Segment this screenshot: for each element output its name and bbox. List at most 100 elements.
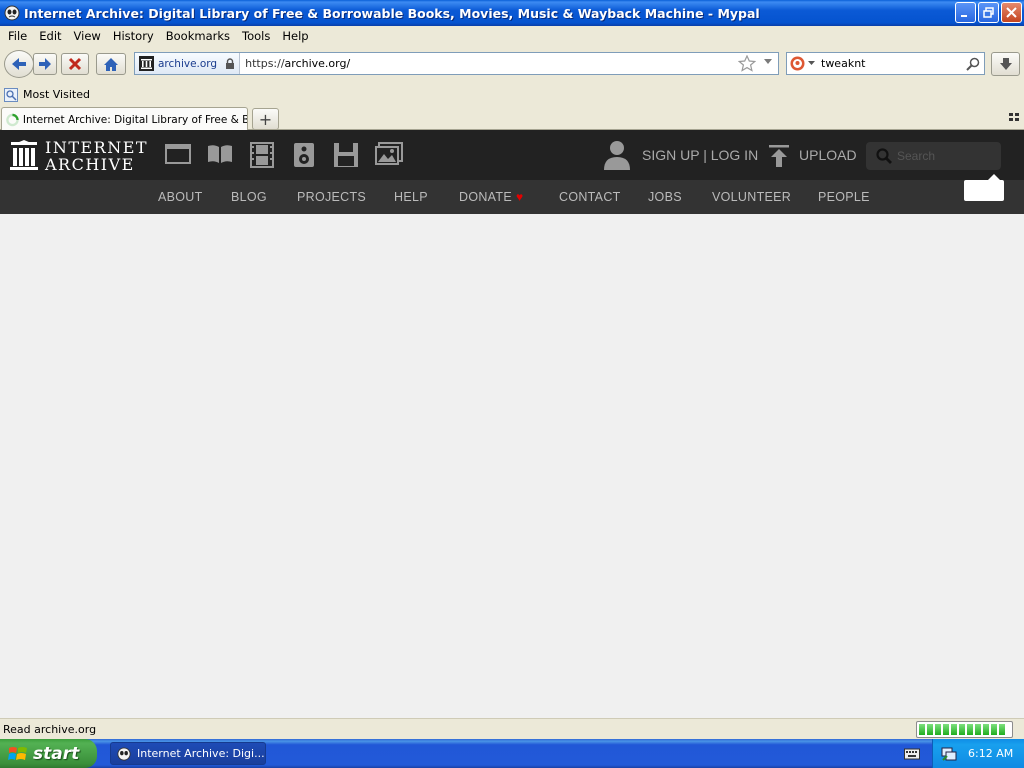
software-icon[interactable] — [333, 142, 359, 168]
restore-icon — [983, 7, 994, 18]
menu-edit[interactable]: Edit — [33, 29, 67, 43]
tab-strip: Internet Archive: Digital Library of Fre… — [0, 105, 1024, 131]
mypal-app-icon — [4, 5, 20, 21]
minimize-icon — [961, 15, 967, 17]
nav-help[interactable]: HELP — [394, 190, 428, 204]
images-icon[interactable] — [375, 142, 403, 166]
ia-secondary-nav: ABOUT BLOG PROJECTS HELP DONATE ♥ CONTACT… — [0, 180, 1024, 214]
network-icon[interactable] — [941, 746, 957, 762]
nav-contact[interactable]: CONTACT — [559, 190, 621, 204]
heart-icon: ♥ — [515, 190, 524, 204]
window-title: Internet Archive: Digital Library of Fre… — [24, 5, 760, 21]
url-host: archive.org/ — [284, 57, 351, 70]
ia-search-input[interactable] — [897, 149, 992, 163]
menu-history[interactable]: History — [107, 29, 160, 43]
menu-file[interactable]: File — [2, 29, 33, 43]
ia-search-box[interactable] — [866, 142, 1001, 170]
back-arrow-icon — [12, 58, 26, 70]
ia-top-navbar: INTERNET ARCHIVE SIGN UP | LOG IN UPLOAD — [0, 130, 1024, 180]
upload-icon[interactable] — [768, 144, 790, 168]
nav-people[interactable]: PEOPLE — [818, 190, 870, 204]
search-input[interactable]: tweaknt — [821, 57, 966, 70]
lock-icon — [226, 57, 235, 69]
home-button[interactable] — [96, 53, 126, 75]
taskbar-item-label: Internet Archive: Digi... — [137, 747, 265, 760]
page-viewport: INTERNET ARCHIVE SIGN UP | LOG IN UPLOAD… — [0, 130, 1024, 718]
progress-segment — [943, 724, 949, 735]
nav-volunteer[interactable]: VOLUNTEER — [712, 190, 791, 204]
loading-spinner-icon — [6, 113, 19, 126]
site-identity[interactable]: archive.org — [135, 53, 241, 74]
back-button[interactable] — [4, 50, 34, 78]
system-tray: 6:12 AM — [932, 739, 1024, 768]
audio-icon[interactable] — [293, 142, 315, 168]
progress-segment — [919, 724, 925, 735]
most-visited-bookmark[interactable]: Most Visited — [23, 88, 90, 101]
web-icon[interactable] — [165, 142, 191, 166]
navigation-toolbar: archive.org https://archive.org/ tweaknt — [0, 46, 1024, 82]
menu-help[interactable]: Help — [276, 29, 314, 43]
nav-jobs[interactable]: JOBS — [648, 190, 682, 204]
video-icon[interactable] — [250, 142, 274, 168]
url-text[interactable]: https://archive.org/ — [245, 57, 778, 70]
url-scheme: https:// — [245, 57, 285, 70]
close-button[interactable] — [1001, 2, 1022, 23]
home-icon — [104, 57, 118, 71]
ia-logo-line1: INTERNET — [45, 138, 149, 157]
keyboard-icon[interactable] — [904, 746, 920, 760]
close-icon — [1006, 7, 1017, 18]
restore-button[interactable] — [978, 2, 999, 23]
taskbar-clock: 6:12 AM — [968, 747, 1014, 760]
ia-logo-line2: ARCHIVE — [45, 155, 135, 174]
progress-segment — [999, 724, 1005, 735]
nav-projects[interactable]: PROJECTS — [297, 190, 366, 204]
search-engine-icon — [790, 56, 805, 71]
magnifier-icon[interactable] — [966, 57, 980, 71]
search-engine-dropdown-icon — [808, 61, 815, 65]
window-titlebar[interactable]: Internet Archive: Digital Library of Fre… — [0, 0, 1024, 26]
windows-taskbar: start Internet Archive: Digi... 6:12 AM — [0, 739, 1024, 768]
menu-view[interactable]: View — [68, 29, 107, 43]
dropdown-icon[interactable] — [763, 58, 773, 66]
status-text: Read archive.org — [3, 723, 97, 736]
start-button[interactable]: start — [0, 739, 97, 768]
star-icon[interactable] — [738, 55, 756, 72]
menu-tools[interactable]: Tools — [236, 29, 276, 43]
stop-button[interactable] — [61, 53, 89, 75]
forward-arrow-icon — [39, 58, 51, 70]
user-icon[interactable] — [603, 140, 631, 170]
start-label: start — [33, 743, 80, 764]
nav-about[interactable]: ABOUT — [158, 190, 203, 204]
progress-segment — [927, 724, 933, 735]
new-tab-button[interactable]: + — [252, 108, 279, 130]
search-engine-selector[interactable] — [787, 56, 817, 71]
signup-login-link[interactable]: SIGN UP | LOG IN — [642, 147, 758, 163]
tab-title: Internet Archive: Digital Library of Fre… — [22, 113, 247, 126]
mypal-app-icon — [117, 746, 131, 761]
url-bar[interactable]: archive.org https://archive.org/ — [134, 52, 779, 75]
nav-donate-label: DONATE — [459, 190, 512, 204]
progress-segment — [983, 724, 989, 735]
bookmark-icon — [4, 87, 18, 102]
stop-icon — [68, 57, 82, 71]
tab-list-icon[interactable] — [1009, 113, 1019, 121]
menu-bookmarks[interactable]: Bookmarks — [160, 29, 236, 43]
download-button[interactable] — [991, 52, 1020, 76]
nav-blog[interactable]: BLOG — [231, 190, 267, 204]
progress-segment — [935, 724, 941, 735]
search-bar[interactable]: tweaknt — [786, 52, 985, 75]
ia-logo-icon — [10, 140, 38, 170]
nav-donate[interactable]: DONATE ♥ — [459, 190, 523, 204]
progress-segment — [951, 724, 957, 735]
ia-logo[interactable]: INTERNET ARCHIVE — [10, 139, 148, 173]
taskbar-item-browser[interactable]: Internet Archive: Digi... — [110, 742, 266, 765]
site-identity-label: archive.org — [158, 57, 218, 70]
progress-segment — [959, 724, 965, 735]
tab-internet-archive[interactable]: Internet Archive: Digital Library of Fre… — [1, 107, 248, 131]
texts-icon[interactable] — [207, 142, 233, 166]
archive-site-icon — [139, 56, 154, 71]
upload-link[interactable]: UPLOAD — [799, 147, 857, 163]
minimize-button[interactable] — [955, 2, 976, 23]
forward-button[interactable] — [33, 53, 57, 75]
progress-segment — [975, 724, 981, 735]
